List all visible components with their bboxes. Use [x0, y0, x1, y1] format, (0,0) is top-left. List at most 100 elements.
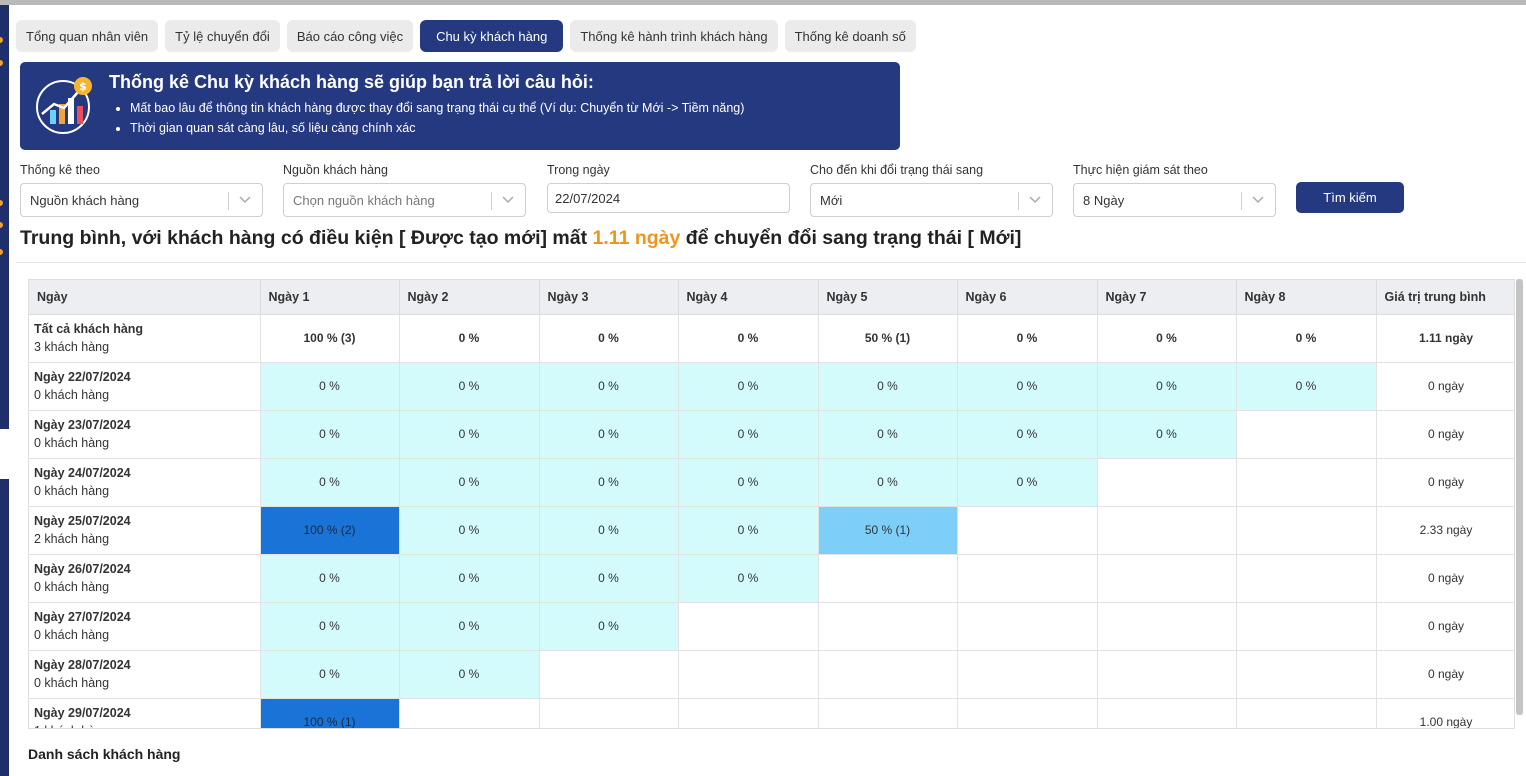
- chevron-down-icon: [502, 196, 514, 204]
- tab-1[interactable]: Tổng quan nhân viên: [16, 20, 159, 52]
- source-select[interactable]: Chọn nguồn khách hàng: [283, 183, 526, 217]
- cohort-cell: [957, 554, 1098, 603]
- cohort-cell: [1236, 458, 1377, 507]
- sidebar-section-bottom: [0, 479, 9, 776]
- cohort-cell: 0 %: [1097, 362, 1237, 411]
- cohort-cell: 0 %: [399, 314, 540, 363]
- date-input[interactable]: 22/07/2024: [547, 183, 790, 213]
- cohort-cell: 0 %: [1236, 314, 1377, 363]
- tab-5[interactable]: Thống kê hành trình khách hàng: [570, 20, 778, 52]
- sidebar-section-top: [0, 5, 9, 429]
- row-count: 0 khách hàng: [34, 436, 110, 450]
- cohort-cell: 0 %: [260, 362, 400, 411]
- row-header: Ngày 23/07/2024 0 khách hàng: [29, 410, 261, 459]
- cohort-cell: [1236, 410, 1377, 459]
- cohort-cell: [1236, 650, 1377, 699]
- vertical-scrollbar[interactable]: [1516, 279, 1523, 715]
- banner-bullets: Mất bao lâu để thông tin khách hàng được…: [130, 98, 744, 138]
- cohort-cell: [678, 650, 819, 699]
- cohort-cell: [678, 602, 819, 651]
- cohort-cell: 0 %: [818, 410, 958, 459]
- scrollbar-thumb[interactable]: [1516, 279, 1523, 715]
- table-row: Tất cả khách hàng 3 khách hàng 100 % (3) 0 …: [29, 314, 1514, 363]
- row-count: 1 khách hàng: [34, 722, 260, 728]
- column-header: Ngày 4: [678, 280, 819, 315]
- info-banner: $ Thống kê Chu kỳ khách hàng sẽ giúp bạn…: [20, 62, 900, 150]
- row-header: Ngày 22/07/2024 0 khách hàng: [29, 362, 261, 411]
- cohort-cell: [818, 650, 958, 699]
- cohort-cell: 0 %: [539, 458, 679, 507]
- cohort-cell: 0 %: [678, 458, 819, 507]
- row-title: Ngày 26/07/2024: [34, 562, 131, 576]
- cohort-cell: 0 %: [399, 362, 540, 411]
- banner-bullet: Thời gian quan sát càng lâu, số liệu càn…: [130, 118, 744, 138]
- cohort-cell: 0 %: [539, 554, 679, 603]
- row-title: Ngày 28/07/2024: [34, 658, 131, 672]
- cohort-cell: 0 %: [399, 650, 540, 699]
- cohort-cell: 0 %: [678, 314, 819, 363]
- row-header: Ngày 29/07/2024 1 khách hàng: [29, 698, 261, 728]
- cohort-cell: [1097, 458, 1237, 507]
- row-header: Ngày 27/07/2024 0 khách hàng: [29, 602, 261, 651]
- row-header: Ngày 28/07/2024 0 khách hàng: [29, 650, 261, 699]
- cohort-cell: 0 %: [818, 458, 958, 507]
- row-title: Ngày 23/07/2024: [34, 418, 131, 432]
- row-count: 0 khách hàng: [34, 388, 110, 402]
- cohort-cell: 0 %: [818, 362, 958, 411]
- filter-label: Thực hiện giám sát theo: [1073, 163, 1208, 177]
- row-title: Ngày 25/07/2024: [34, 514, 131, 528]
- until-status-select[interactable]: Mới: [810, 183, 1053, 217]
- column-header: Ngày 2: [399, 280, 540, 315]
- table-row: Ngày 22/07/2024 0 khách hàng 0 % 0 % 0 % 0 % 0…: [29, 362, 1514, 411]
- cohort-cell: 0 %: [1097, 314, 1237, 363]
- filter-until-status: Cho đến khi đổi trạng thái sang Mới: [810, 163, 1053, 217]
- average-cell: 0 ngày: [1376, 554, 1514, 603]
- filter-monitor: Thực hiện giám sát theo 8 Ngày: [1073, 163, 1276, 217]
- column-header: Giá trị trung bình: [1376, 280, 1514, 315]
- cohort-cell: 50 % (1): [818, 314, 958, 363]
- table-row: Ngày 23/07/2024 0 khách hàng 0 % 0 % 0 % 0 % 0…: [29, 410, 1514, 459]
- date-value: 22/07/2024: [555, 190, 621, 206]
- select-separator: [1241, 192, 1242, 210]
- table-row: Ngày 24/07/2024 0 khách hàng 0 % 0 % 0 % 0 % 0…: [29, 458, 1514, 507]
- stat-by-select[interactable]: Nguồn khách hàng: [20, 183, 263, 217]
- row-title: Ngày 22/07/2024: [34, 370, 131, 384]
- monitor-select[interactable]: 8 Ngày: [1073, 183, 1276, 217]
- cohort-cell: 0 %: [957, 458, 1098, 507]
- cohort-cell: [1097, 506, 1237, 555]
- tab-4[interactable]: Chu kỳ khách hàng: [420, 20, 564, 52]
- column-header: Ngày 1: [260, 280, 400, 315]
- cohort-cell: [957, 698, 1098, 728]
- growth-chart-icon: $: [36, 77, 92, 134]
- cohort-cell: 0 %: [678, 554, 819, 603]
- tab-2[interactable]: Tỷ lệ chuyển đổi: [165, 20, 280, 52]
- table-row: Ngày 29/07/2024 1 khách hàng100 % (1) 1.00…: [29, 698, 1514, 728]
- row-count: 2 khách hàng: [34, 532, 110, 546]
- filter-label: Nguồn khách hàng: [283, 163, 388, 177]
- cohort-cell: [1236, 506, 1377, 555]
- tab-3[interactable]: Báo cáo công việc: [286, 20, 414, 52]
- cohort-table-container[interactable]: Ngày Ngày 1 Ngày 2 Ngày 3 Ngày 4 Ngày 5 Ngày 6…: [28, 279, 1515, 729]
- cohort-cell: 0 %: [539, 410, 679, 459]
- average-cell: 0 ngày: [1376, 410, 1514, 459]
- cohort-cell: 0 %: [957, 362, 1098, 411]
- cohort-cell: 0 %: [539, 314, 679, 363]
- column-header: Ngày 7: [1097, 280, 1237, 315]
- select-separator: [228, 192, 229, 210]
- cohort-cell: [1236, 554, 1377, 603]
- tab-6[interactable]: Thống kê doanh số: [784, 20, 916, 52]
- search-button[interactable]: Tìm kiếm: [1296, 182, 1404, 213]
- cohort-cell: [818, 602, 958, 651]
- cohort-cell: [1097, 602, 1237, 651]
- cohort-cell: [818, 554, 958, 603]
- cohort-cell: 0 %: [678, 410, 819, 459]
- chevron-down-icon: [1029, 196, 1041, 204]
- cohort-cell: 0 %: [678, 506, 819, 555]
- until-status-value: Mới: [820, 192, 843, 208]
- filter-bar: Thống kê theo Nguồn khách hàng Nguồn khá…: [20, 163, 1440, 219]
- cohort-cell: 0 %: [399, 410, 540, 459]
- cohort-table: Ngày Ngày 1 Ngày 2 Ngày 3 Ngày 4 Ngày 5 Ngày 6…: [29, 280, 1514, 728]
- column-header: Ngày 3: [539, 280, 679, 315]
- chevron-down-icon: [1252, 196, 1264, 204]
- table-row: Ngày 27/07/2024 0 khách hàng 0 % 0 % 0 % 0 ng…: [29, 602, 1514, 651]
